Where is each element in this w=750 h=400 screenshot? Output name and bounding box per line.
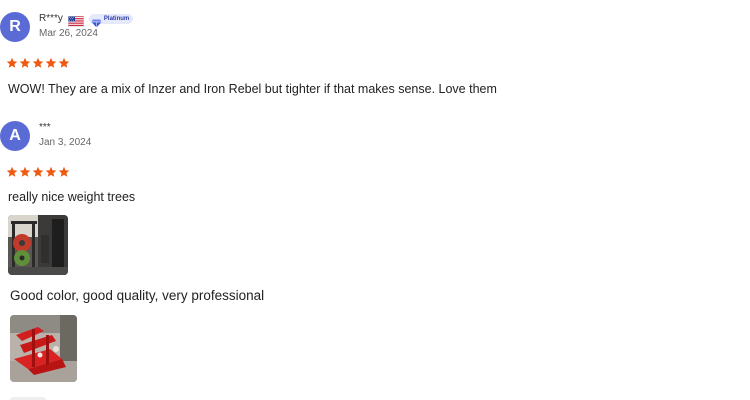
red-weight-tree-photo <box>10 315 77 382</box>
review-meta: *** Jan 3, 2024 <box>39 121 91 149</box>
star-rating <box>6 56 70 68</box>
star-icon <box>45 165 57 177</box>
reviews-page: R R***y Platinum Mar 26, 2024 WOW! They … <box>0 0 750 400</box>
review-photo[interactable] <box>8 215 68 275</box>
review-text: WOW! They are a mix of Inzer and Iron Re… <box>8 82 497 96</box>
reviewer-name: *** <box>39 122 51 133</box>
star-icon <box>6 56 18 68</box>
us-flag-icon <box>67 14 84 27</box>
user-line: *** <box>39 121 91 135</box>
star-icon <box>32 56 44 68</box>
star-icon <box>58 165 70 177</box>
user-line: R***y Platinum <box>39 12 134 27</box>
badge-label: Platinum <box>103 16 130 22</box>
review-text: really nice weight trees <box>8 190 136 204</box>
review-caption: Good color, good quality, very professio… <box>10 288 265 303</box>
reviewer-name: R***y <box>39 13 63 24</box>
star-icon <box>58 56 70 68</box>
review-meta: R***y Platinum Mar 26, 2024 <box>39 12 134 40</box>
star-icon <box>6 165 18 177</box>
avatar: R <box>0 12 30 42</box>
star-icon <box>32 165 44 177</box>
star-icon <box>19 165 31 177</box>
review-photo[interactable] <box>10 315 77 382</box>
membership-badge: Platinum <box>88 14 134 27</box>
star-rating <box>6 165 70 177</box>
review-date: Mar 26, 2024 <box>39 28 98 39</box>
review-date: Jan 3, 2024 <box>39 137 92 148</box>
avatar: A <box>0 121 30 151</box>
star-icon <box>45 56 57 68</box>
star-icon <box>19 56 31 68</box>
diamond-icon <box>91 15 102 27</box>
gym-weight-tree-photo <box>8 215 68 275</box>
